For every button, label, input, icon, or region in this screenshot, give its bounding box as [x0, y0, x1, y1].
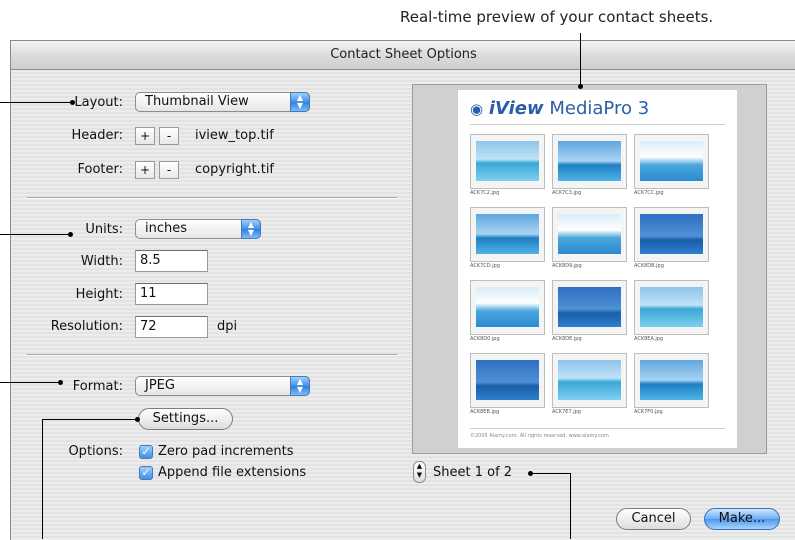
callout-line: [570, 473, 571, 539]
units-popup[interactable]: inches ▲ ▼: [135, 219, 261, 239]
separator: [27, 197, 397, 199]
thumbnail: [552, 134, 627, 189]
contact-sheet-options-dialog: Contact Sheet Options Layout: Thumbnail …: [10, 40, 795, 540]
popup-arrows-icon: ▲ ▼: [290, 376, 310, 396]
contact-sheet-preview: ◉ iView MediaPro 3 ACK7C2.jpg ACK7C3.jpg A…: [412, 84, 767, 454]
thumbnail: [470, 280, 545, 335]
thumbnail-image: [558, 360, 621, 400]
format-popup[interactable]: JPEG ▲ ▼: [135, 376, 310, 396]
resolution-unit: dpi: [217, 319, 238, 334]
header-add-button[interactable]: +: [135, 127, 155, 145]
thumbnail-caption: ACK7C3.jpg: [552, 190, 582, 196]
thumbnail-image: [640, 214, 703, 254]
cancel-button[interactable]: Cancel: [616, 508, 691, 530]
height-label: Height:: [75, 287, 123, 302]
width-field[interactable]: 8.5: [135, 250, 208, 272]
append-ext-checkbox[interactable]: ✓: [139, 466, 153, 480]
thumbnail-caption: ACK7CD.jpg: [470, 263, 500, 269]
thumbnail-caption: ACK8D0.jpg: [470, 336, 500, 342]
callout-dot: [528, 471, 533, 476]
thumbnail-caption: ACK8D9.jpg: [552, 263, 582, 269]
thumbnail-image: [558, 141, 621, 181]
footer-file: copyright.tif: [195, 162, 275, 177]
thumbnail-caption: ACK7C2.jpg: [470, 190, 500, 196]
thumbnail-caption: ACK7CC.jpg: [634, 190, 664, 196]
thumbnail-image: [476, 287, 539, 327]
callout-dot: [58, 380, 63, 385]
thumbnail: [470, 353, 545, 408]
separator: [27, 354, 397, 356]
thumbnail-image: [558, 214, 621, 254]
logo-product: MediaPro 3: [549, 98, 650, 119]
callout-line: [0, 102, 72, 103]
thumbnail: [470, 134, 545, 189]
header-file: iview_top.tif: [195, 128, 274, 143]
thumbnail: [634, 134, 709, 189]
thumbnail-image: [476, 141, 539, 181]
sheet-counter: Sheet 1 of 2: [433, 465, 513, 480]
thumbnail: [634, 353, 709, 408]
resolution-field[interactable]: 72: [135, 316, 208, 338]
make-button[interactable]: Make...: [704, 508, 780, 530]
header-remove-button[interactable]: -: [159, 127, 179, 145]
sheet-rule: [470, 124, 725, 125]
footer-remove-button[interactable]: -: [159, 161, 179, 179]
thumbnail-image: [640, 141, 703, 181]
eye-icon: ◉: [470, 100, 484, 118]
callout-line: [530, 473, 570, 474]
callout-line: [42, 419, 138, 420]
logo-brand: iView: [488, 98, 544, 119]
callout-line: [0, 382, 60, 383]
thumbnail-caption: ACK8EA.jpg: [634, 336, 664, 342]
thumbnail-caption: ACK7E7.jpg: [552, 409, 581, 415]
thumbnail: [634, 207, 709, 262]
callout-dot: [68, 232, 73, 237]
resolution-label: Resolution:: [50, 319, 123, 334]
thumbnail-caption: ACK8EB.jpg: [470, 409, 500, 415]
zero-pad-label: Zero pad increments: [158, 444, 294, 459]
callout-dot: [70, 100, 75, 105]
thumbnail-image: [640, 287, 703, 327]
preview-page: ◉ iView MediaPro 3 ACK7C2.jpg ACK7C3.jpg A…: [458, 90, 737, 448]
zero-pad-checkbox[interactable]: ✓: [139, 445, 153, 459]
thumbnail-image: [476, 360, 539, 400]
layout-value: Thumbnail View: [145, 94, 249, 109]
thumbnail: [470, 207, 545, 262]
thumbnail: [552, 280, 627, 335]
footer-add-button[interactable]: +: [135, 161, 155, 179]
sheet-footer: ©2005 Alamy.com. All rights reserved. ww…: [470, 433, 609, 439]
callout-preview-label: Real-time preview of your contact sheets…: [400, 8, 714, 26]
thumbnail: [552, 207, 627, 262]
thumbnail-image: [476, 214, 539, 254]
width-label: Width:: [80, 254, 123, 269]
sheet-rule: [470, 428, 725, 429]
popup-arrows-icon: ▲ ▼: [241, 219, 261, 239]
callout-dot: [135, 417, 140, 422]
settings-button[interactable]: Settings...: [138, 408, 233, 430]
sheet-stepper[interactable]: ▲ ▼: [413, 461, 426, 483]
options-label: Options:: [68, 444, 123, 459]
popup-arrows-icon: ▲ ▼: [290, 92, 310, 112]
layout-popup[interactable]: Thumbnail View ▲ ▼: [135, 92, 310, 112]
footer-label: Footer:: [77, 162, 123, 177]
iview-logo: ◉ iView MediaPro 3: [470, 98, 649, 119]
callout-line: [42, 419, 43, 539]
thumbnail-caption: ACK7F0.jpg: [634, 409, 663, 415]
callout-line: [0, 234, 72, 235]
append-ext-label: Append file extensions: [158, 465, 307, 480]
window-title: Contact Sheet Options: [11, 41, 795, 70]
thumbnail: [552, 353, 627, 408]
header-label: Header:: [71, 128, 124, 143]
thumbnail: [634, 280, 709, 335]
callout-line: [580, 33, 581, 85]
format-value: JPEG: [145, 378, 175, 393]
thumbnail-image: [640, 360, 703, 400]
thumbnail-caption: ACK8DE.jpg: [552, 336, 582, 342]
height-field[interactable]: 11: [135, 283, 208, 305]
callout-dot: [578, 84, 583, 89]
thumbnail-image: [558, 287, 621, 327]
units-value: inches: [145, 221, 188, 236]
thumbnail-caption: ACK8DB.jpg: [634, 263, 664, 269]
